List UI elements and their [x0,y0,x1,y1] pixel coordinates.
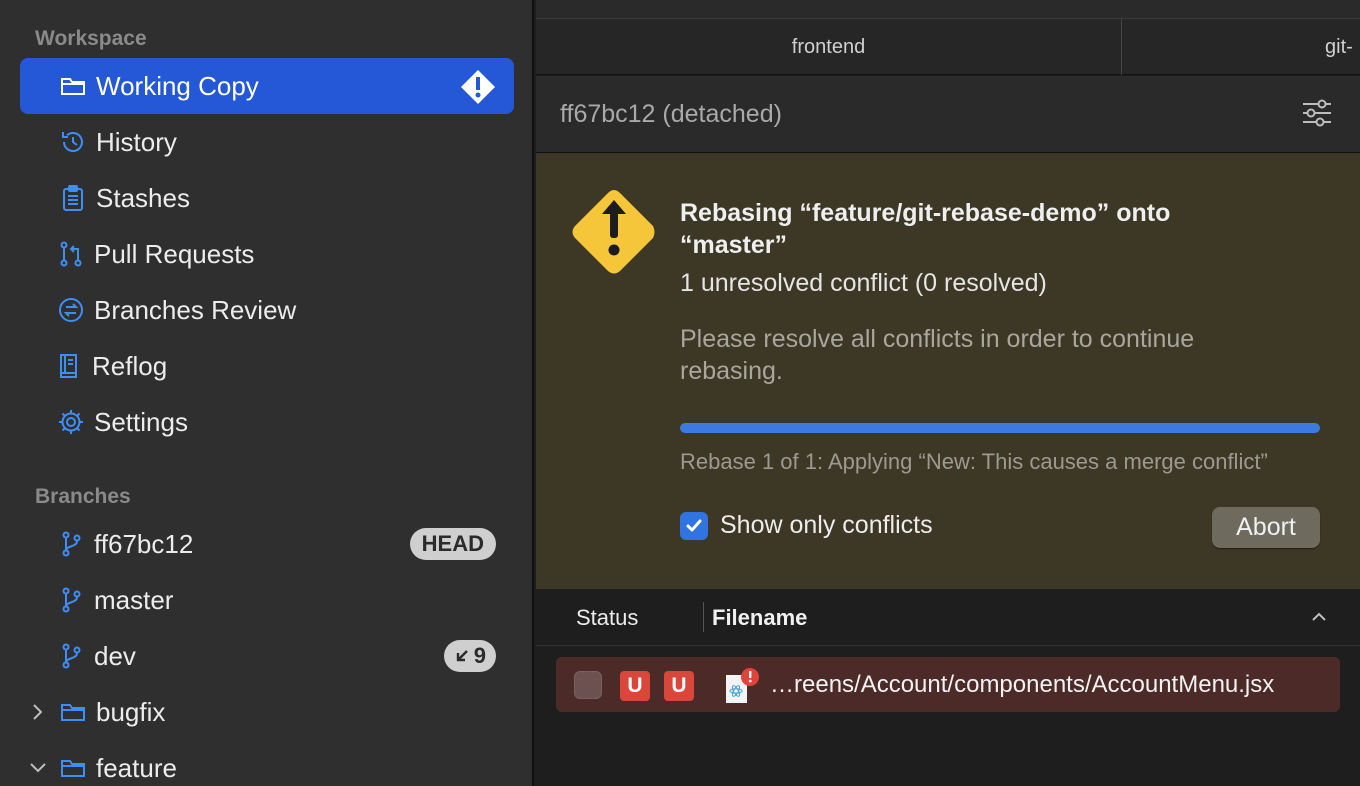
sidebar-item-label: Working Copy [96,70,259,101]
file-path: …reens/Account/components/AccountMenu.js… [770,671,1275,698]
status-badge-theirs: U [664,671,694,701]
table-row[interactable]: U U …reens/Account/components/AccountMen… [556,657,1340,712]
history-icon [58,127,88,157]
branch-icon [56,585,86,615]
folder-icon [58,71,88,101]
rebase-progress-status: Rebase 1 of 1: Applying “New: This cause… [680,449,1268,474]
sidebar: Workspace Working Copy History Stashes P… [0,0,534,786]
branches-section-header: Branches [35,485,131,508]
sidebar-item-settings[interactable]: Settings [20,394,514,450]
rebase-progress-bar [680,423,1320,433]
sidebar-item-pull-requests[interactable]: Pull Requests [20,226,514,282]
folder-item-bugfix[interactable]: bugfix [20,684,514,740]
branch-item-ff67bc12[interactable]: ff67bc12 HEAD [20,516,514,572]
tab-git[interactable]: git- [1122,19,1360,75]
sidebar-item-label: History [96,126,177,157]
branch-icon [56,529,86,559]
rebase-title: Rebasing “feature/git-rebase-demo” onto … [680,199,1171,259]
clipboard-icon [58,183,88,213]
workspace-section-header: Workspace [35,27,147,50]
warning-icon [572,190,655,274]
conflict-warning-icon [461,70,495,104]
sidebar-item-history[interactable]: History [20,114,514,170]
window-top-strip [536,0,1360,18]
folder-label: feature [96,752,177,783]
file-list-header: Status Filename [536,589,1360,646]
branch-label: master [94,584,174,615]
chevron-down-icon[interactable] [28,757,48,779]
branch-label: ff67bc12 [94,528,194,559]
sidebar-item-reflog[interactable]: Reflog [20,338,514,394]
page-title: ff67bc12 (detached) [560,100,782,128]
sidebar-item-label: Settings [94,406,188,437]
filter-settings-icon[interactable] [1300,96,1334,130]
rebase-progress-fill [680,423,1320,433]
tab-bar: frontend git- [536,18,1360,75]
gear-icon [56,407,86,437]
sidebar-item-branches-review[interactable]: Branches Review [20,282,514,338]
branch-label: dev [94,640,136,671]
checkbox-label: Show only conflicts [720,511,933,539]
status-badge-ours: U [620,671,650,701]
folder-icon [58,697,88,727]
branch-icon [56,641,86,671]
column-separator[interactable] [703,602,704,632]
sidebar-item-stashes[interactable]: Stashes [20,170,514,226]
sort-chevron-up-icon[interactable] [1310,609,1328,623]
sidebar-item-working-copy[interactable]: Working Copy [20,58,514,114]
folder-item-feature[interactable]: feature [20,740,514,786]
column-header-status[interactable]: Status [576,605,638,631]
behind-count: 9 [473,643,486,668]
jsx-file-icon [726,668,759,703]
show-only-conflicts-toggle[interactable]: Show only conflicts [680,511,933,540]
pull-request-icon [56,239,86,269]
branch-item-master[interactable]: master [20,572,514,628]
row-stage-checkbox[interactable] [574,671,602,699]
book-icon [54,351,84,381]
behind-count-badge: 9 [443,640,496,672]
sidebar-item-label: Reflog [92,350,168,381]
branches-review-icon [56,295,86,325]
checkmark-icon [686,519,702,531]
rebase-banner: Rebasing “feature/git-rebase-demo” onto … [536,153,1360,589]
rebase-message: Please resolve all conflicts in order to… [680,325,1195,385]
head-badge: HEAD [409,528,496,560]
folder-icon [58,753,88,783]
sidebar-item-label: Stashes [96,182,190,213]
content-header: ff67bc12 (detached) [536,76,1360,153]
branch-item-dev[interactable]: dev 9 [20,628,514,684]
folder-label: bugfix [96,696,166,727]
abort-button[interactable]: Abort [1212,507,1320,548]
sidebar-item-label: Branches Review [94,294,297,325]
show-only-conflicts-checkbox[interactable] [680,511,708,540]
conflict-count: 1 unresolved conflict (0 resolved) [680,269,1047,297]
chevron-right-icon[interactable] [28,701,48,723]
tab-frontend[interactable]: frontend [536,19,1121,75]
sidebar-item-label: Pull Requests [94,238,255,269]
arrow-down-left-icon [456,650,468,662]
column-header-filename[interactable]: Filename [712,605,807,631]
